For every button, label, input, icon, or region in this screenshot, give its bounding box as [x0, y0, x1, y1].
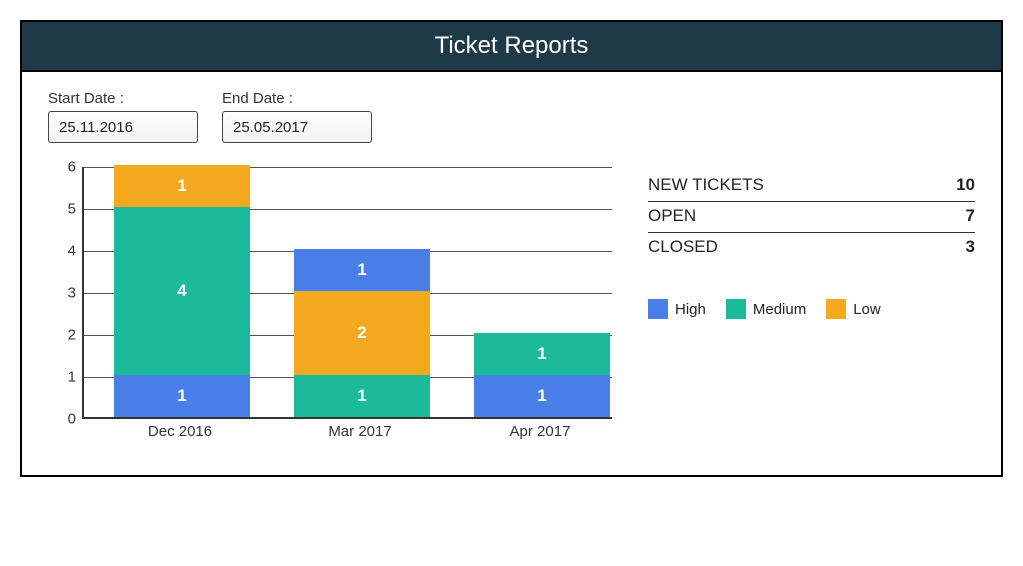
- stat-label: OPEN: [648, 206, 696, 226]
- bar-segment: 1: [114, 165, 250, 207]
- bar-segment: 2: [294, 291, 430, 375]
- y-tick: 4: [48, 243, 76, 260]
- bar-segment: 1: [294, 375, 430, 417]
- end-date-group: End Date : 25.05.2017: [222, 90, 372, 143]
- bar-column: 121: [294, 249, 430, 417]
- panel-body: Start Date : 25.11.2016 End Date : 25.05…: [22, 72, 1001, 475]
- stat-open: OPEN 7: [648, 202, 975, 233]
- x-tick-label: Apr 2017: [472, 423, 608, 440]
- report-panel: Ticket Reports Start Date : 25.11.2016 E…: [20, 20, 1003, 477]
- stat-value: 10: [956, 175, 975, 195]
- legend-label: High: [675, 301, 706, 318]
- date-filter-row: Start Date : 25.11.2016 End Date : 25.05…: [48, 90, 975, 143]
- legend-label: Low: [853, 301, 881, 318]
- bar-segment: 1: [114, 375, 250, 417]
- stats-side: NEW TICKETS 10 OPEN 7 CLOSED 3 High: [648, 167, 975, 457]
- legend: High Medium Low: [648, 299, 975, 319]
- swatch-low: [826, 299, 846, 319]
- legend-label: Medium: [753, 301, 806, 318]
- x-axis: Dec 2016 Mar 2017 Apr 2017: [82, 423, 612, 447]
- content-row: 0123456 14112111 Dec 2016Mar 2017Apr 201…: [48, 167, 975, 457]
- swatch-medium: [726, 299, 746, 319]
- plot-area: 14112111: [82, 167, 612, 419]
- y-tick: 2: [48, 327, 76, 344]
- start-date-group: Start Date : 25.11.2016: [48, 90, 198, 143]
- y-tick: 3: [48, 285, 76, 302]
- legend-high: High: [648, 299, 706, 319]
- stacked-bar-chart: 0123456 14112111 Dec 2016Mar 2017Apr 201…: [48, 167, 618, 457]
- start-date-label: Start Date :: [48, 90, 198, 107]
- y-axis: 0123456: [48, 167, 76, 419]
- stat-new-tickets: NEW TICKETS 10: [648, 171, 975, 202]
- x-tick-label: Dec 2016: [112, 423, 248, 440]
- y-tick: 0: [48, 411, 76, 428]
- y-tick: 5: [48, 201, 76, 218]
- bar-segment: 1: [474, 375, 610, 417]
- panel-title: Ticket Reports: [22, 22, 1001, 72]
- y-tick: 6: [48, 159, 76, 176]
- bar-column: 141: [114, 165, 250, 417]
- swatch-high: [648, 299, 668, 319]
- start-date-value: 25.11.2016: [59, 119, 133, 136]
- end-date-input[interactable]: 25.05.2017: [222, 111, 372, 143]
- stat-value: 3: [966, 237, 975, 257]
- legend-medium: Medium: [726, 299, 806, 319]
- start-date-input[interactable]: 25.11.2016: [48, 111, 198, 143]
- stat-label: NEW TICKETS: [648, 175, 764, 195]
- bar-segment: 4: [114, 207, 250, 375]
- bar-segment: 1: [474, 333, 610, 375]
- end-date-label: End Date :: [222, 90, 372, 107]
- legend-low: Low: [826, 299, 881, 319]
- y-tick: 1: [48, 369, 76, 386]
- bar-column: 11: [474, 333, 610, 417]
- end-date-value: 25.05.2017: [233, 119, 308, 136]
- stat-label: CLOSED: [648, 237, 718, 257]
- x-tick-label: Mar 2017: [292, 423, 428, 440]
- bar-segment: 1: [294, 249, 430, 291]
- stat-closed: CLOSED 3: [648, 233, 975, 263]
- stat-value: 7: [966, 206, 975, 226]
